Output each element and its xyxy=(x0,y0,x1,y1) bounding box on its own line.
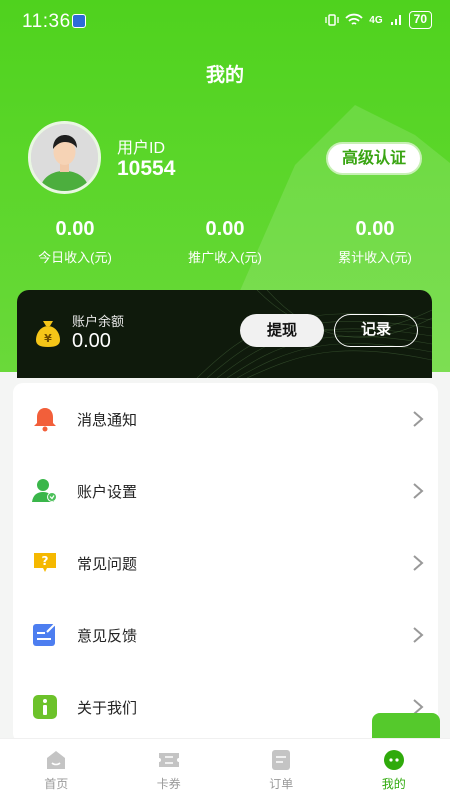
feedback-icon xyxy=(32,622,58,648)
svg-text:¥: ¥ xyxy=(44,332,52,345)
balance-card: ¥ 账户余额 0.00 提现 记录 xyxy=(17,290,432,378)
stat-today-income: 0.00 今日收入(元) xyxy=(0,218,150,266)
signal-icon xyxy=(390,15,401,25)
withdraw-button[interactable]: 提现 xyxy=(240,314,324,347)
bottom-tab-bar: 首页 卡券 订单 我的 xyxy=(0,738,450,800)
user-settings-icon xyxy=(32,478,58,504)
question-icon: ? xyxy=(32,550,58,576)
network-type: 4G xyxy=(369,14,383,26)
menu-label: 关于我们 xyxy=(77,699,138,717)
tab-label: 首页 xyxy=(44,777,69,791)
tab-label: 卡券 xyxy=(156,777,181,791)
status-bar: 11:36 4G 70 xyxy=(0,0,450,44)
stat-value: 0.00 xyxy=(355,218,395,240)
battery-level: 70 xyxy=(408,11,432,29)
chevron-right-icon xyxy=(413,555,424,571)
menu-label: 意见反馈 xyxy=(77,627,138,645)
stat-label: 累计收入(元) xyxy=(338,250,412,265)
status-time: 11:36 xyxy=(22,11,71,32)
settings-menu: 消息通知 账户设置 ? 常见问题 意见反馈 关于我们 xyxy=(13,383,438,743)
balance-value: 0.00 xyxy=(72,330,111,352)
wifi-icon xyxy=(345,13,363,25)
chevron-right-icon xyxy=(413,627,424,643)
user-id-label: 用户ID xyxy=(117,140,166,157)
advanced-verification-button[interactable]: 高级认证 xyxy=(325,142,422,175)
tab-label: 订单 xyxy=(269,777,294,791)
vibrate-icon xyxy=(325,14,339,26)
stat-total-income: 0.00 累计收入(元) xyxy=(300,218,450,266)
stat-value: 0.00 xyxy=(205,218,245,240)
stat-value: 0.00 xyxy=(55,218,95,240)
tab-label: 我的 xyxy=(381,777,406,791)
bell-icon xyxy=(32,406,58,432)
menu-item-notifications[interactable]: 消息通知 xyxy=(13,383,438,455)
stat-promotion-income: 0.00 推广收入(元) xyxy=(150,218,300,266)
menu-item-feedback[interactable]: 意见反馈 xyxy=(13,599,438,671)
tab-profile[interactable]: 我的 xyxy=(338,739,450,800)
notification-app-icon xyxy=(72,14,86,28)
avatar[interactable] xyxy=(28,121,101,194)
balance-label: 账户余额 xyxy=(72,314,125,329)
home-icon xyxy=(47,751,66,769)
page-title: 我的 xyxy=(205,65,244,86)
menu-item-account-settings[interactable]: 账户设置 xyxy=(13,455,438,527)
user-id-value: 10554 xyxy=(117,157,176,180)
info-icon xyxy=(32,694,58,720)
order-icon xyxy=(272,750,291,770)
svg-text:?: ? xyxy=(42,554,49,568)
tab-coupons[interactable]: 卡券 xyxy=(113,739,226,800)
income-stats: 0.00 今日收入(元) 0.00 推广收入(元) 0.00 累计收入(元) xyxy=(0,218,450,266)
money-bag-icon: ¥ xyxy=(36,321,60,347)
menu-label: 消息通知 xyxy=(77,411,138,429)
stat-label: 今日收入(元) xyxy=(38,250,112,265)
menu-label: 常见问题 xyxy=(77,555,138,573)
stat-label: 推广收入(元) xyxy=(188,250,262,265)
profile-icon xyxy=(383,750,404,770)
tab-orders[interactable]: 订单 xyxy=(225,739,338,800)
chevron-right-icon xyxy=(413,483,424,499)
menu-item-faq[interactable]: ? 常见问题 xyxy=(13,527,438,599)
tab-home[interactable]: 首页 xyxy=(0,739,113,800)
record-button[interactable]: 记录 xyxy=(334,314,418,347)
menu-label: 账户设置 xyxy=(77,483,138,501)
chevron-right-icon xyxy=(413,411,424,427)
coupon-icon xyxy=(158,753,179,767)
